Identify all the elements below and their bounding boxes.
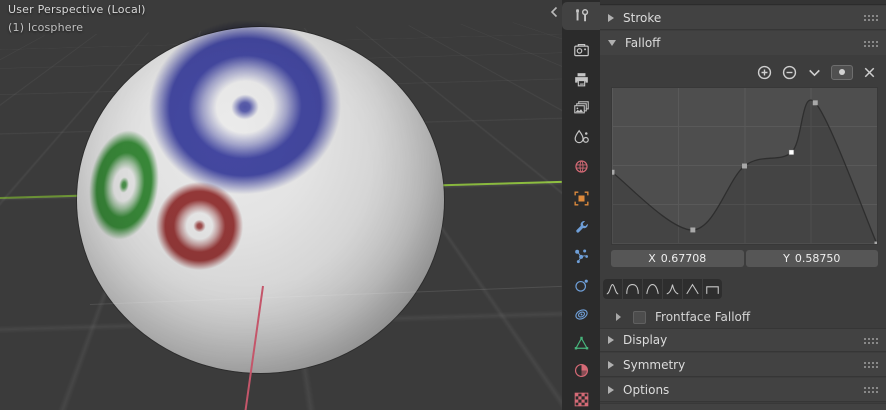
curve-point xyxy=(612,170,614,175)
y-value: 0.58750 xyxy=(795,252,841,265)
panel-header-display[interactable]: Display xyxy=(600,328,886,352)
preset-sharp-button[interactable] xyxy=(663,279,682,299)
drag-handle-icon[interactable] xyxy=(863,14,878,21)
curve-point xyxy=(813,100,818,105)
tab-world[interactable] xyxy=(562,152,600,180)
blender-window: User Perspective (Local) (1) Icosphere xyxy=(0,0,886,410)
curve-point-selected xyxy=(789,150,794,155)
drag-handle-icon[interactable] xyxy=(863,337,878,344)
tab-particles[interactable] xyxy=(562,242,600,270)
y-label: Y xyxy=(783,252,790,265)
stroke-panel-label: Stroke xyxy=(623,11,661,25)
viewport-object-label: (1) Icosphere xyxy=(8,21,83,34)
curve-point xyxy=(742,164,747,169)
x-label: X xyxy=(648,252,656,265)
sidebar-collapse-icon[interactable] xyxy=(548,4,560,20)
tab-data[interactable] xyxy=(562,329,600,357)
panel-header-stroke[interactable]: Stroke xyxy=(600,6,886,30)
display-panel-label: Display xyxy=(623,333,667,347)
preset-sphere-button[interactable] xyxy=(623,279,642,299)
tab-physics[interactable] xyxy=(562,271,600,299)
curve-point-coordinates: X 0.67708 Y 0.58750 xyxy=(611,250,878,267)
tab-render[interactable] xyxy=(562,36,600,64)
preset-smooth-button[interactable] xyxy=(603,279,622,299)
point-y-field[interactable]: Y 0.58750 xyxy=(746,250,879,267)
preset-root-button[interactable] xyxy=(643,279,662,299)
clipping-toggle-button[interactable] xyxy=(831,65,853,80)
tab-tool[interactable] xyxy=(562,2,600,30)
falloff-panel-body: X 0.67708 Y 0.58750 xyxy=(600,55,886,328)
chevron-right-icon xyxy=(608,336,614,344)
panel-header-symmetry[interactable]: Symmetry xyxy=(600,353,886,377)
falloff-curve[interactable] xyxy=(612,88,877,244)
viewport-view-label: User Perspective (Local) xyxy=(8,3,146,16)
tab-texture[interactable] xyxy=(562,385,600,410)
delete-point-icon[interactable] xyxy=(861,64,878,81)
curve-point xyxy=(875,242,877,244)
viewport-3d[interactable]: User Perspective (Local) (1) Icosphere xyxy=(0,0,562,410)
curve-toolbar xyxy=(756,64,878,80)
drag-handle-icon[interactable] xyxy=(863,386,878,393)
clipped-panel-below xyxy=(600,403,886,410)
zoom-in-icon[interactable] xyxy=(756,64,773,81)
symmetry-panel-label: Symmetry xyxy=(623,358,685,372)
zoom-out-icon[interactable] xyxy=(781,64,798,81)
chevron-down-icon xyxy=(608,40,616,46)
tab-modifiers[interactable] xyxy=(562,213,600,241)
red-paint-ring xyxy=(155,181,244,271)
panel-header-options[interactable]: Options xyxy=(600,378,886,402)
clipping-dot-icon xyxy=(839,69,845,75)
falloff-panel-label: Falloff xyxy=(625,36,660,50)
preset-constant-button[interactable] xyxy=(703,279,722,299)
drag-handle-icon[interactable] xyxy=(863,40,878,47)
chevron-right-icon xyxy=(608,361,614,369)
tab-object[interactable] xyxy=(562,184,600,212)
tab-view-layer[interactable] xyxy=(562,94,600,122)
properties-panel: Stroke Falloff xyxy=(600,0,886,410)
chevron-right-icon xyxy=(608,386,614,394)
x-value: 0.67708 xyxy=(661,252,707,265)
tab-output[interactable] xyxy=(562,65,600,93)
tab-scene[interactable] xyxy=(562,123,600,151)
falloff-curve-widget[interactable] xyxy=(611,87,878,245)
curve-preset-buttons xyxy=(603,279,722,299)
chevron-right-icon xyxy=(608,14,614,22)
point-x-field[interactable]: X 0.67708 xyxy=(611,250,744,267)
options-panel-label: Options xyxy=(623,383,669,397)
properties-tab-strip xyxy=(562,0,600,410)
curve-specials-menu-icon[interactable] xyxy=(806,64,823,81)
tab-material[interactable] xyxy=(562,356,600,384)
curve-point xyxy=(690,227,695,232)
frontface-falloff-label: Frontface Falloff xyxy=(655,310,750,324)
chevron-right-icon xyxy=(616,313,621,321)
frontface-falloff-checkbox[interactable] xyxy=(633,311,646,324)
preset-linear-button[interactable] xyxy=(683,279,702,299)
drag-handle-icon[interactable] xyxy=(863,361,878,368)
panel-header-falloff[interactable]: Falloff xyxy=(600,31,886,55)
tab-constraints[interactable] xyxy=(562,300,600,328)
clipped-panel-above xyxy=(600,0,886,5)
frontface-falloff-row[interactable]: Frontface Falloff xyxy=(600,305,886,329)
